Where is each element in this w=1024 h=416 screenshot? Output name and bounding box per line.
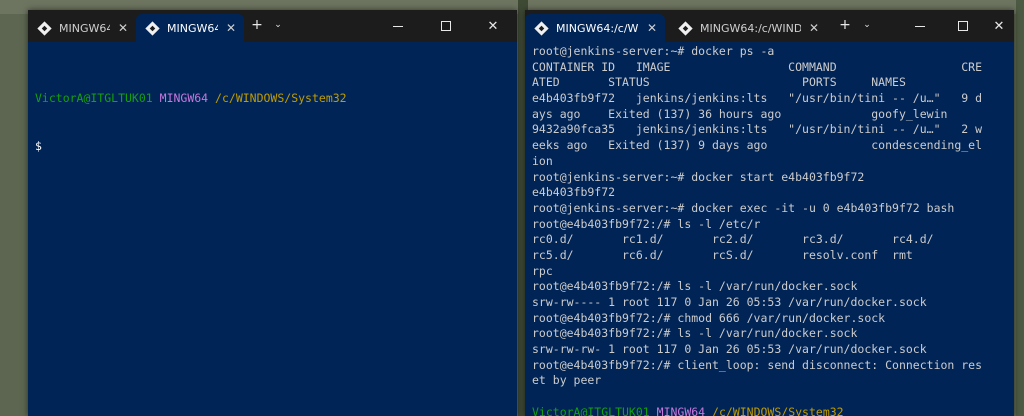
terminal-output[interactable]: root@jenkins-server:~# docker ps -a CONTA…: [532, 44, 1010, 416]
git-bash-icon: [145, 20, 160, 36]
prompt-user: VictorA@ITGLTUK01: [35, 91, 153, 106]
git-bash-icon: [678, 20, 693, 36]
output-line: rpc: [532, 263, 553, 278]
minimize-button[interactable]: [910, 16, 930, 36]
new-tab-button[interactable]: +: [835, 17, 855, 33]
chevron-down-icon[interactable]: ⌄: [268, 20, 288, 30]
minimize-icon: [915, 25, 925, 27]
prompt-line: VictorA@ITGLTUK01 MINGW64 /c/WINDOWS/Sys…: [35, 91, 513, 107]
terminal-window-right[interactable]: MINGW64:/c/WINDOW ✕ MINGW64:/c/WINDOW ✕ …: [525, 10, 1014, 416]
tab-label: MINGW64:/c/WINDOW: [556, 21, 639, 35]
tab-label: MINGW64:/c/WINDOW: [700, 21, 801, 35]
output-line: root@e4b403fb9f72:/# ls -l /var/run/dock…: [532, 326, 858, 341]
output-line: rc5.d/ rc6.d/ rcS.d/ resolv.conf rmt: [532, 247, 913, 262]
close-window-button[interactable]: ✕: [989, 16, 1009, 36]
output-line: et by peer: [532, 373, 602, 388]
close-icon[interactable]: ✕: [224, 21, 238, 35]
title-bar[interactable]: MINGW64:/c/WINDOW ✕ MINGW64:/c/WINDOW ✕ …: [525, 10, 1014, 42]
output-line: eeks ago Exited (137) 9 days ago condesc…: [532, 138, 983, 153]
output-line: 9432a90fca35 jenkins/jenkins:lts "/usr/b…: [532, 122, 983, 137]
prompt-path: /c/WINDOWS/System32: [712, 404, 844, 416]
chevron-down-icon[interactable]: ⌄: [857, 20, 877, 30]
close-window-button[interactable]: ✕: [483, 16, 503, 36]
prompt-symbol: $: [35, 138, 42, 153]
prompt-shell: MINGW64: [656, 404, 706, 416]
output-line: srw-rw---- 1 root 117 0 Jan 26 05:53 /va…: [532, 295, 927, 309]
maximize-button[interactable]: [436, 16, 456, 36]
new-tab-button[interactable]: +: [247, 17, 267, 33]
tab-label: MINGW64:/: [167, 21, 218, 35]
tab-mingw64-1[interactable]: MINGW64:/ ✕: [28, 14, 136, 42]
output-line: root@e4b403fb9f72:/# chmod 666 /var/run/…: [532, 310, 886, 325]
output-line: srw-rw-rw- 1 root 117 0 Jan 26 05:53 /va…: [532, 342, 927, 357]
close-icon[interactable]: ✕: [645, 21, 659, 35]
output-line: root@e4b403fb9f72:/# ls -l /var/run/dock…: [532, 279, 858, 294]
tab-mingw64-2[interactable]: MINGW64:/ ✕: [136, 14, 244, 42]
scrollbar[interactable]: [1010, 42, 1014, 416]
maximize-icon: [441, 21, 451, 31]
tab-label: MINGW64:/: [59, 21, 110, 35]
prompt-user: VictorA@ITGLTUK01: [532, 404, 650, 416]
minimize-button[interactable]: [388, 16, 408, 36]
output-line: ATED STATUS PORTS NAMES: [532, 75, 906, 90]
prompt-shell: MINGW64: [159, 91, 209, 106]
tab-mingw64-1[interactable]: MINGW64:/c/WINDOW ✕: [525, 14, 665, 42]
prompt-line: VictorA@ITGLTUK01 MINGW64 /c/WINDOWS/Sys…: [532, 405, 1010, 416]
tab-mingw64-2[interactable]: MINGW64:/c/WINDOW ✕: [669, 14, 827, 42]
close-icon[interactable]: ✕: [116, 21, 130, 35]
output-line: root@jenkins-server:~# docker start e4b4…: [532, 169, 865, 184]
output-line: CONTAINER ID IMAGE COMMAND CRE: [532, 59, 983, 74]
output-line: rc0.d/ rc1.d/ rc2.d/ rc3.d/ rc4.d/: [532, 232, 934, 247]
minimize-icon: [393, 25, 403, 27]
output-line: e4b403fb9f72: [532, 185, 616, 200]
output-line: root@e4b403fb9f72:/# ls -l /etc/r: [532, 216, 761, 231]
input-line[interactable]: $: [35, 139, 513, 155]
close-icon[interactable]: ✕: [807, 21, 821, 35]
terminal-output[interactable]: VictorA@ITGLTUK01 MINGW64 /c/WINDOWS/Sys…: [35, 60, 513, 186]
output-line: root@jenkins-server:~# docker exec -it -…: [532, 200, 955, 215]
git-bash-icon: [534, 20, 549, 36]
desktop-wallpaper-right: [1016, 0, 1024, 416]
git-bash-icon: [37, 20, 52, 36]
prompt-path: /c/WINDOWS/System32: [215, 91, 347, 106]
output-line: root@e4b403fb9f72:/# client_loop: send d…: [532, 357, 983, 372]
output-line: e4b403fb9f72 jenkins/jenkins:lts "/usr/b…: [532, 91, 983, 106]
maximize-button[interactable]: [953, 16, 973, 36]
title-bar[interactable]: MINGW64:/ ✕ MINGW64:/ ✕ + ⌄ ✕: [28, 10, 517, 42]
terminal-window-left[interactable]: MINGW64:/ ✕ MINGW64:/ ✕ + ⌄ ✕ VictorA@IT…: [28, 10, 517, 416]
maximize-icon: [958, 21, 968, 31]
output-line: root@jenkins-server:~# docker ps -a: [532, 44, 775, 58]
output-line: ays ago Exited (137) 36 hours ago goofy_…: [532, 106, 948, 121]
output-line: ion: [532, 153, 553, 168]
